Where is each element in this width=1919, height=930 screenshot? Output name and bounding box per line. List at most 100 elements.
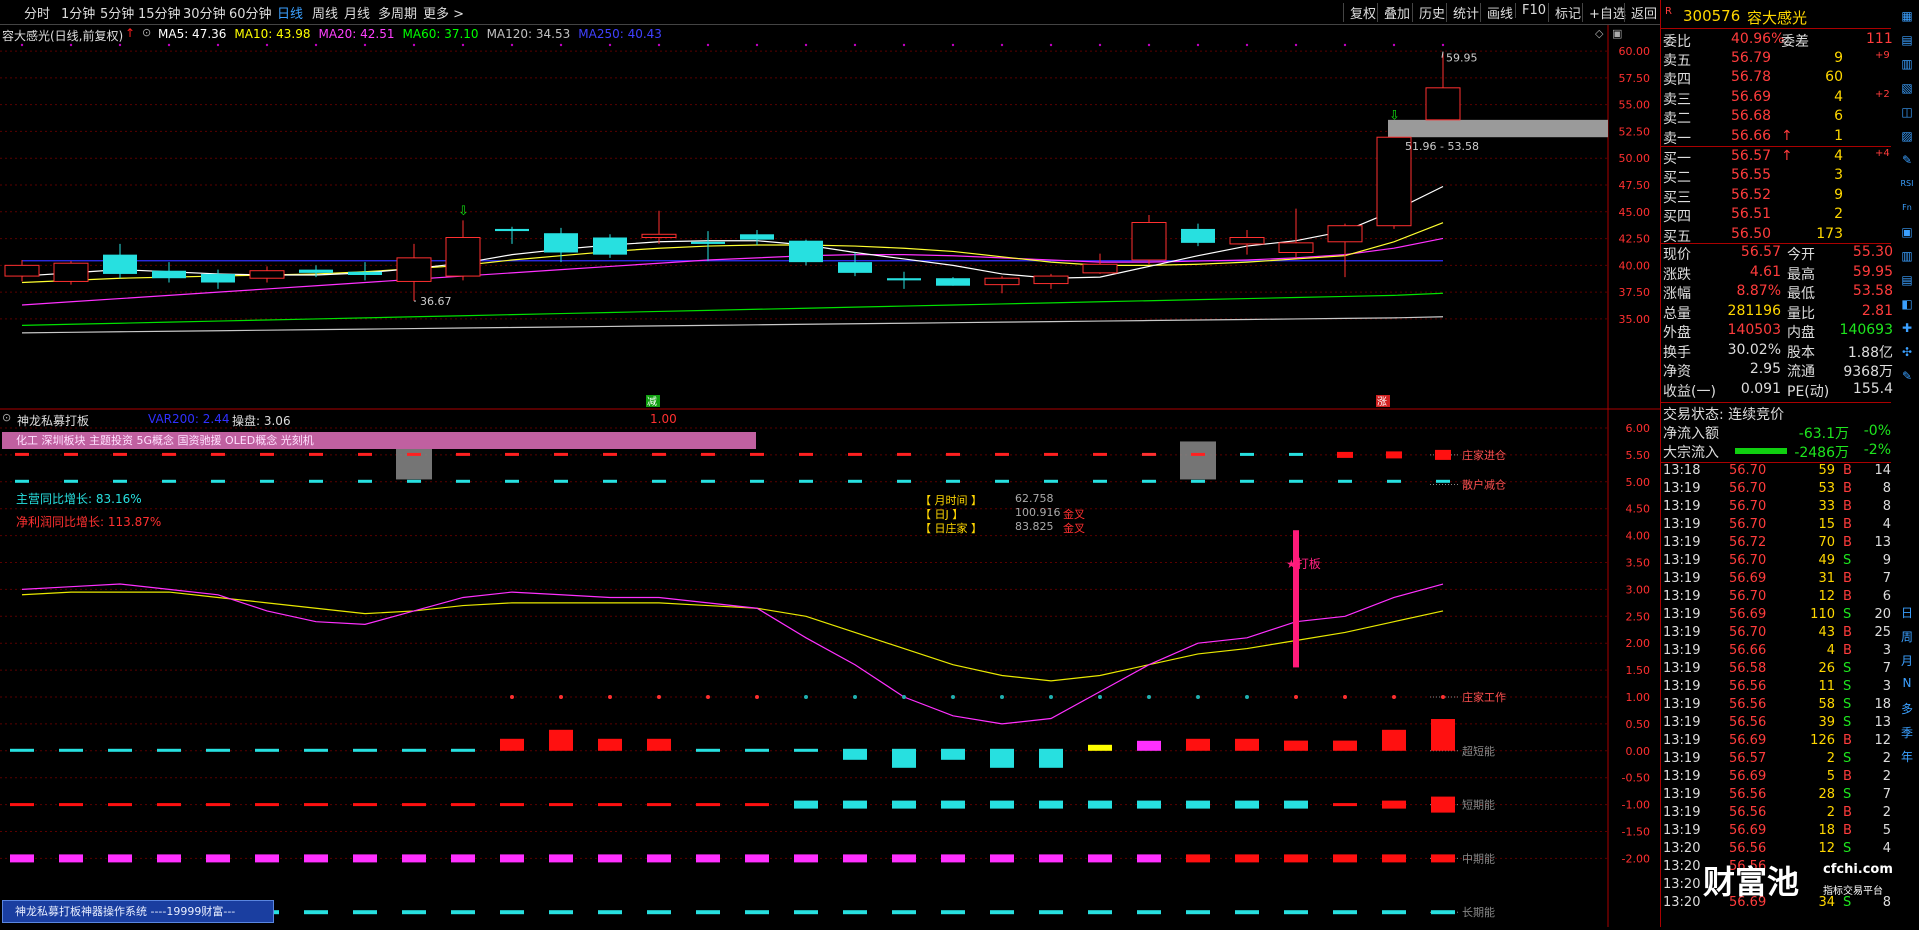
entry-dash: [848, 452, 862, 456]
tick-volume: 49: [1818, 553, 1835, 568]
energy-bar-short: [1284, 740, 1308, 751]
stock-name: 容大感光: [1747, 9, 1808, 27]
period-tab[interactable]: 周线: [312, 3, 338, 22]
y-tick-label: 50.00: [1619, 152, 1651, 165]
energy-bar-longterm: [1137, 910, 1161, 915]
work-dot: [706, 695, 710, 699]
tick-time: 13:20: [1663, 859, 1701, 874]
brush-icon[interactable]: ✎: [1899, 152, 1915, 168]
pencil-icon[interactable]: ✎: [1899, 368, 1915, 384]
tick-count: 4: [1882, 517, 1891, 532]
tick-volume: 53: [1818, 481, 1835, 496]
side-period-3[interactable]: 月: [1899, 652, 1915, 669]
candle-body: [249, 270, 285, 279]
low-label: 36.67: [420, 295, 452, 308]
energy-bar-longterm: [353, 910, 377, 915]
y-tick-label: 1.00: [1626, 691, 1651, 704]
toolbar-button[interactable]: 画线: [1480, 3, 1513, 22]
y-tick-label: 3.00: [1626, 583, 1651, 596]
entry-dash: [309, 452, 323, 456]
book-label: 卖一: [1663, 130, 1691, 147]
period-tab[interactable]: 60分钟: [229, 3, 272, 22]
toolbar-button[interactable]: 返回: [1624, 3, 1657, 22]
ruler-icon[interactable]: ✚: [1899, 320, 1915, 336]
period-tab[interactable]: 更多 >: [423, 3, 464, 22]
indicator-settings-icon[interactable]: ⊙: [2, 411, 11, 424]
indicator-right-label: 长期能: [1462, 905, 1495, 919]
settings-circle-icon[interactable]: ⊙: [142, 26, 151, 39]
side-period-5[interactable]: 多: [1899, 700, 1915, 717]
stat-label: 股本: [1787, 344, 1815, 361]
indicator-chart[interactable]: 6.00 5.50 5.00 4.50 4.00 3.50 3.00 2.50 2.00 1.50…: [0, 410, 1660, 927]
diamond-icon[interactable]: ◇: [1595, 27, 1603, 40]
period-tab[interactable]: 月线: [344, 3, 370, 22]
side-period-2[interactable]: 周: [1899, 628, 1915, 645]
candle-body: [1033, 275, 1069, 285]
indicator-svg[interactable]: 6.00 5.50 5.00 4.50 4.00 3.50 3.00 2.50 2.00 1.50…: [0, 410, 1660, 927]
tick-price: 56.69: [1729, 769, 1767, 784]
highlight-box: [1180, 441, 1216, 480]
side-period-4[interactable]: N: [1899, 676, 1915, 690]
period-tab[interactable]: 15分钟: [138, 3, 181, 22]
period-tab[interactable]: 分时: [24, 3, 50, 22]
toolbar-button[interactable]: 统计: [1446, 3, 1479, 22]
tick-time: 13:19: [1663, 661, 1701, 676]
bar-icon[interactable]: ▨: [1899, 128, 1915, 144]
rsi-icon[interactable]: RSI: [1899, 176, 1915, 192]
list-icon[interactable]: ▤: [1899, 272, 1915, 288]
period-tab[interactable]: 5分钟: [100, 3, 134, 22]
entry-dash: [1191, 452, 1205, 456]
toolbar-button[interactable]: 复权: [1343, 3, 1376, 22]
trend-icon[interactable]: ▧: [1899, 80, 1915, 96]
energy-bar-longterm: [1284, 910, 1308, 915]
kline-svg[interactable]: 60.00 57.50 55.00 52.50 50.00 47.50 45.00 42.50…: [0, 25, 1660, 410]
tick-count: 8: [1882, 499, 1891, 514]
toolbar-button[interactable]: 叠加: [1377, 3, 1410, 22]
window-icon[interactable]: ◧: [1899, 296, 1915, 312]
tick-side: B: [1843, 535, 1852, 550]
tick-row: 13:19 56.70 43 B 25: [1663, 625, 1893, 643]
period-tab[interactable]: 多周期: [378, 3, 417, 22]
stat-value: 9368万: [1843, 364, 1893, 380]
top-dot: [706, 43, 710, 47]
period-tab[interactable]: 日线: [277, 3, 303, 22]
layout-icon[interactable]: ▤: [1899, 32, 1915, 48]
function-icon[interactable]: Fn: [1899, 200, 1915, 216]
reduce-dash: [995, 479, 1009, 483]
reduce-dash: [162, 479, 176, 483]
candle-body: [838, 262, 872, 273]
compass-icon[interactable]: ✣: [1899, 344, 1915, 360]
energy-bar-long: [1333, 854, 1357, 863]
grid-icon[interactable]: ▦: [1899, 8, 1915, 24]
side-period-7[interactable]: 年: [1899, 748, 1915, 765]
stock-chart-title: 容大感光(日线,前复权): [2, 29, 124, 43]
tick-count: 3: [1882, 643, 1891, 658]
toolbar-button[interactable]: 标记: [1548, 3, 1581, 22]
toolbar-button[interactable]: +自选: [1582, 3, 1626, 22]
tick-price: 56.69: [1729, 607, 1767, 622]
period-tab[interactable]: 1分钟: [61, 3, 95, 22]
side-period-1[interactable]: 日: [1899, 604, 1915, 621]
tick-side: S: [1843, 751, 1852, 766]
reduce-dash: [407, 479, 421, 483]
candle-icon[interactable]: ◫: [1899, 104, 1915, 120]
period-tab[interactable]: 30分钟: [183, 3, 226, 22]
work-dot: [1049, 695, 1053, 699]
doc-icon[interactable]: ▥: [1899, 248, 1915, 264]
reduce-dash: [750, 479, 764, 483]
book-price: 56.68: [1731, 108, 1772, 125]
top-dot: [1196, 43, 1200, 47]
tick-time: 13:19: [1663, 805, 1701, 820]
tick-price: 56.56: [1729, 697, 1767, 712]
tick-price: 56.69: [1729, 571, 1767, 586]
tick-count: 7: [1882, 787, 1891, 802]
chart-icon[interactable]: ▥: [1899, 56, 1915, 72]
toolbar-button[interactable]: 历史: [1412, 3, 1445, 22]
side-period-6[interactable]: 季: [1899, 724, 1915, 741]
window-icon[interactable]: ▣: [1612, 27, 1622, 40]
kline-chart[interactable]: 60.00 57.50 55.00 52.50 50.00 47.50 45.00 42.50…: [0, 25, 1660, 410]
entry-dash: [505, 452, 519, 456]
toolbar-button[interactable]: F10: [1515, 3, 1546, 18]
calendar-icon[interactable]: ▣: [1899, 224, 1915, 240]
energy-bar-mid: [941, 800, 965, 809]
